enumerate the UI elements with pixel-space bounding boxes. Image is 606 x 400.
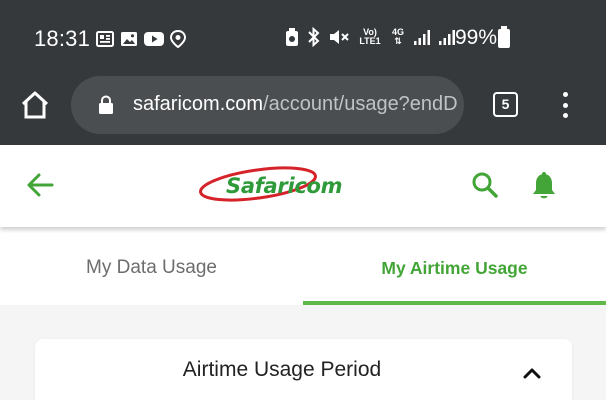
browser-toolbar: safaricom.com/account/usage?endD 5 — [0, 70, 606, 145]
active-tab-indicator — [303, 301, 606, 305]
volte-icon: Vo) LTE1 — [357, 28, 383, 46]
status-bar: 18:31 Vo) LTE1 4G ⇅ 99% — [0, 0, 606, 70]
url-domain: safaricom.com — [133, 93, 264, 115]
volte-label-bottom: LTE1 — [359, 36, 381, 46]
tab-my-airtime-usage[interactable]: My Airtime Usage — [303, 227, 606, 305]
home-icon[interactable] — [20, 90, 50, 120]
youtube-icon — [144, 32, 164, 46]
logo-text: Safaricom — [226, 174, 343, 198]
back-arrow-icon[interactable] — [26, 172, 54, 198]
signal-icon — [439, 30, 455, 45]
bluetooth-icon — [308, 27, 320, 47]
system-icons: Vo) LTE1 4G ⇅ — [284, 27, 456, 47]
battery-icon — [498, 26, 510, 48]
search-icon[interactable] — [471, 171, 499, 199]
url-text[interactable]: safaricom.com/account/usage?endD — [133, 93, 458, 116]
signal-icon — [414, 30, 430, 45]
more-menu-icon[interactable] — [556, 88, 574, 122]
tab-my-data-usage[interactable]: My Data Usage — [0, 227, 303, 305]
status-time: 18:31 — [34, 26, 91, 51]
lock-icon — [99, 95, 113, 114]
usage-tabs: My Data Usage My Airtime Usage — [0, 227, 606, 305]
alarm-icon — [286, 28, 298, 46]
card-title: Airtime Usage Period — [182, 358, 382, 381]
notification-icons — [96, 30, 186, 48]
image-icon — [121, 32, 137, 46]
chevron-up-icon[interactable] — [522, 366, 542, 380]
url-bar[interactable]: safaricom.com/account/usage?endD — [71, 76, 464, 134]
safaricom-logo[interactable]: Safaricom — [196, 165, 356, 207]
airtime-usage-period-card[interactable]: Airtime Usage Period — [35, 339, 572, 400]
news-icon — [96, 31, 114, 47]
url-path: /account/usage?endD — [263, 93, 458, 115]
mute-icon — [330, 30, 349, 44]
tab-switcher-button[interactable]: 5 — [493, 92, 518, 117]
battery-percent: 99% — [455, 26, 498, 49]
app-header: Safaricom — [0, 145, 606, 227]
location-icon — [170, 30, 186, 48]
4g-icon: 4G ⇅ — [391, 27, 404, 46]
bell-icon[interactable] — [531, 171, 557, 201]
